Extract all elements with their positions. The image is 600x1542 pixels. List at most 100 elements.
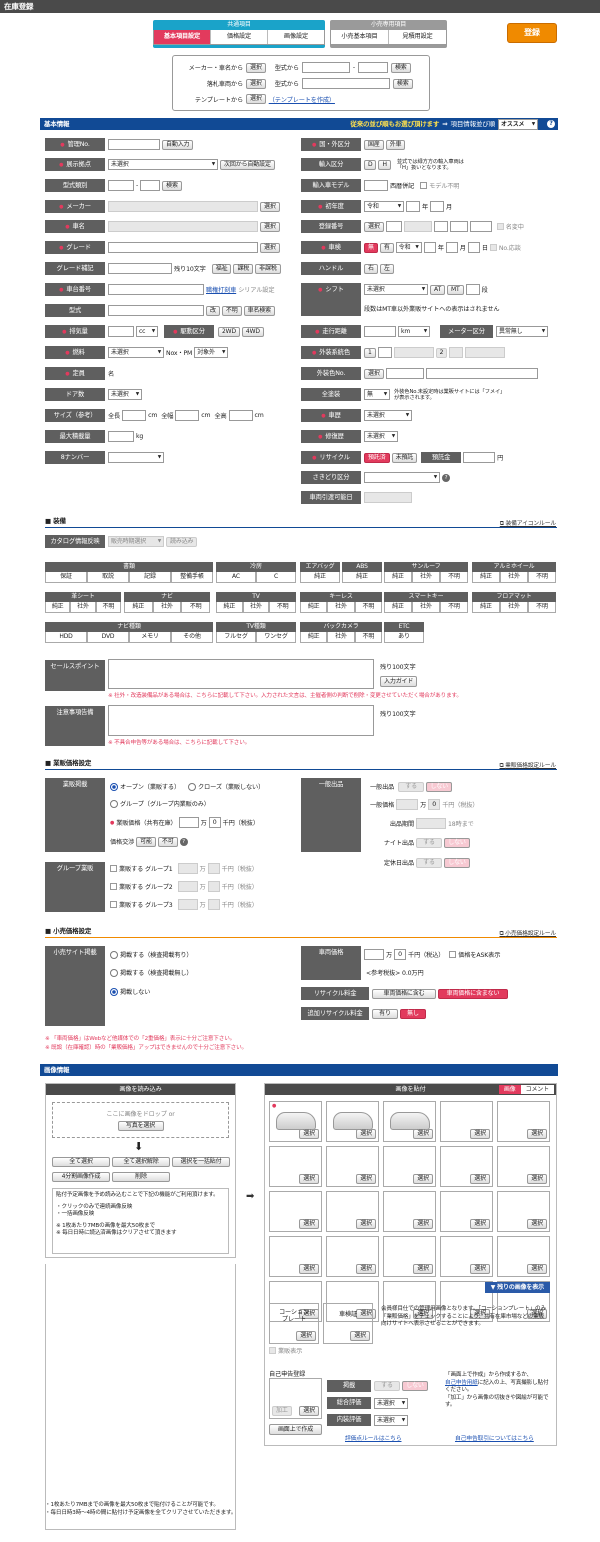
auction-select-button[interactable]: 選択 bbox=[246, 78, 266, 89]
katashiki-cat-search-button[interactable]: 検索 bbox=[162, 180, 182, 191]
equip-item-button[interactable]: 不明 bbox=[354, 632, 382, 643]
tsuika-ari-button[interactable]: 有り bbox=[372, 1008, 398, 1019]
equip-item-button[interactable]: 不明 bbox=[440, 602, 468, 613]
4wd-button[interactable]: 4WD bbox=[241, 326, 264, 337]
group-checkbox[interactable] bbox=[110, 901, 117, 908]
katashiki-search-button[interactable]: 検索 bbox=[392, 78, 413, 89]
kako-button[interactable]: 加工 bbox=[272, 1406, 292, 1416]
shamei-search-button[interactable]: 車名検索 bbox=[243, 305, 275, 316]
equip-item-button[interactable]: 純正 bbox=[300, 632, 328, 643]
gaiso-name-input[interactable] bbox=[425, 368, 538, 379]
slot-select-button[interactable]: 選択 bbox=[413, 1174, 433, 1184]
grade-input[interactable] bbox=[108, 242, 258, 253]
fukumanai-button[interactable]: 車両価格に含まない bbox=[438, 988, 508, 999]
slot-select-button[interactable]: 選択 bbox=[527, 1264, 547, 1274]
dan-input[interactable] bbox=[465, 284, 480, 295]
select-photo-button[interactable]: 写真を選択 bbox=[117, 1121, 164, 1131]
auto-input-button[interactable]: 自動入力 bbox=[162, 139, 194, 150]
yomikomi-button[interactable]: 読み込み bbox=[166, 536, 198, 547]
equip-item-button[interactable]: 純正 bbox=[300, 572, 340, 583]
kosho-help-icon[interactable]: ? bbox=[179, 837, 188, 846]
slot-select-button[interactable]: 選択 bbox=[356, 1174, 376, 1184]
more-images-button[interactable]: ▼ 残りの画像を表示 bbox=[484, 1282, 550, 1293]
gaiso-no-select-button[interactable]: 選択 bbox=[364, 368, 384, 379]
group-radio[interactable] bbox=[110, 799, 118, 808]
equip-item-button[interactable]: 不明 bbox=[440, 572, 468, 583]
era-select[interactable]: 令和 bbox=[364, 201, 404, 212]
model-fumei-checkbox[interactable] bbox=[420, 182, 428, 189]
fukumu-button[interactable]: 車両価格に含む bbox=[372, 988, 436, 999]
zentoso-select[interactable]: 無 bbox=[364, 389, 390, 400]
order-select[interactable]: オススメ bbox=[498, 118, 538, 130]
gyohan-hyoji-checkbox[interactable] bbox=[269, 1347, 276, 1354]
image-slot[interactable]: 選択 bbox=[497, 1191, 550, 1232]
shaken-year-input[interactable] bbox=[423, 242, 436, 253]
shaken-day-input[interactable] bbox=[467, 242, 480, 253]
slot-select-button[interactable]: 選択 bbox=[527, 1129, 547, 1139]
teikyu-shinai-button[interactable]: しない bbox=[444, 857, 470, 868]
equip-item-button[interactable]: フルセグ bbox=[216, 632, 256, 643]
yotakukin-input[interactable] bbox=[463, 452, 496, 463]
group-checkbox[interactable] bbox=[110, 865, 117, 872]
gaiso-no-input[interactable] bbox=[385, 368, 424, 379]
at-button[interactable]: AT bbox=[430, 284, 446, 295]
keisai-shinai-button[interactable]: しない bbox=[402, 1381, 428, 1391]
slot-select-button[interactable]: 選択 bbox=[470, 1219, 490, 1229]
next-auto-button[interactable]: 次回から自動設定 bbox=[220, 159, 275, 170]
equip-item-button[interactable]: 社外 bbox=[327, 632, 355, 643]
slot-select-button[interactable]: 選択 bbox=[356, 1129, 376, 1139]
open-radio[interactable] bbox=[110, 782, 118, 791]
image-slot[interactable]: 選択 bbox=[383, 1236, 436, 1277]
handle-left-button[interactable]: 左 bbox=[379, 263, 394, 274]
keisai-suru-button[interactable]: する bbox=[374, 1381, 400, 1391]
kosho-kano-button[interactable]: 可能 bbox=[136, 836, 156, 847]
haikiryo-input[interactable] bbox=[108, 326, 134, 337]
meigi-checkbox[interactable] bbox=[496, 223, 504, 230]
slot-select-button[interactable]: 選択 bbox=[356, 1219, 376, 1229]
shaken-era-select[interactable]: 令和 bbox=[395, 242, 422, 253]
group-checkbox[interactable] bbox=[110, 883, 117, 890]
equip-item-button[interactable]: 社外 bbox=[500, 572, 528, 583]
tab-basic-settings[interactable]: 基本項目設定 bbox=[154, 30, 211, 44]
equip-item-button[interactable]: 社外 bbox=[500, 602, 528, 613]
kazei-button[interactable]: 課税 bbox=[233, 263, 254, 274]
slot-select-button[interactable]: 選択 bbox=[413, 1219, 433, 1229]
image-slot[interactable]: 選択 bbox=[269, 1236, 322, 1277]
slot-select-button[interactable]: 選択 bbox=[470, 1264, 490, 1274]
image-slot[interactable]: 選択 bbox=[440, 1236, 493, 1277]
serial-link[interactable]: 職権打刻車 bbox=[206, 285, 236, 294]
shataisho-select[interactable]: 未選択 bbox=[364, 410, 412, 421]
retail-opt2-radio[interactable] bbox=[110, 968, 118, 977]
image-slot[interactable]: 選択 bbox=[440, 1191, 493, 1232]
slot-select-button[interactable]: 選択 bbox=[299, 1264, 319, 1274]
kosho-fuka-button[interactable]: 不可 bbox=[157, 836, 178, 847]
shaken-month-input[interactable] bbox=[445, 242, 458, 253]
toroku-input-1[interactable] bbox=[385, 221, 402, 232]
jiko-form-link[interactable]: 自己申告用紙 bbox=[445, 1380, 478, 1386]
equip-item-button[interactable]: 不明 bbox=[181, 602, 211, 613]
all-release-button[interactable]: 全て選択解除 bbox=[112, 1157, 170, 1167]
equip-item-button[interactable]: 純正 bbox=[472, 602, 500, 613]
equip-item-button[interactable]: DVD bbox=[87, 632, 129, 643]
equip-item-button[interactable]: C bbox=[256, 572, 296, 583]
retail-opt1-radio[interactable] bbox=[110, 950, 118, 959]
retail-opt3-radio[interactable] bbox=[110, 987, 118, 996]
register-button[interactable]: 登録 bbox=[507, 23, 557, 43]
image-slot[interactable]: 選択 bbox=[326, 1191, 379, 1232]
maker-field-select-button[interactable]: 選択 bbox=[260, 201, 280, 212]
gamen-create-button[interactable]: 画面上で作成 bbox=[269, 1424, 322, 1435]
all-select-button[interactable]: 全て選択 bbox=[52, 1157, 110, 1167]
color1-button[interactable]: 1 bbox=[364, 347, 376, 358]
image-slot[interactable]: 選択 bbox=[269, 1146, 322, 1187]
zenpuku-input[interactable] bbox=[175, 410, 200, 421]
equip-item-button[interactable]: あり bbox=[384, 632, 424, 643]
hanbai-select[interactable]: 販売時期選択 bbox=[108, 536, 164, 547]
mt-button[interactable]: MT bbox=[447, 284, 464, 295]
split-image-button[interactable]: 4分割画像作成 bbox=[52, 1172, 110, 1182]
equip-item-button[interactable]: 取説 bbox=[87, 572, 129, 583]
equip-item-button[interactable]: 社外 bbox=[327, 602, 355, 613]
shift-select[interactable]: 未選択 bbox=[364, 284, 428, 295]
slot-select-button[interactable]: 選択 bbox=[299, 1129, 319, 1139]
equip-item-button[interactable]: HDD bbox=[45, 632, 87, 643]
slot-select-button[interactable]: 選択 bbox=[470, 1129, 490, 1139]
